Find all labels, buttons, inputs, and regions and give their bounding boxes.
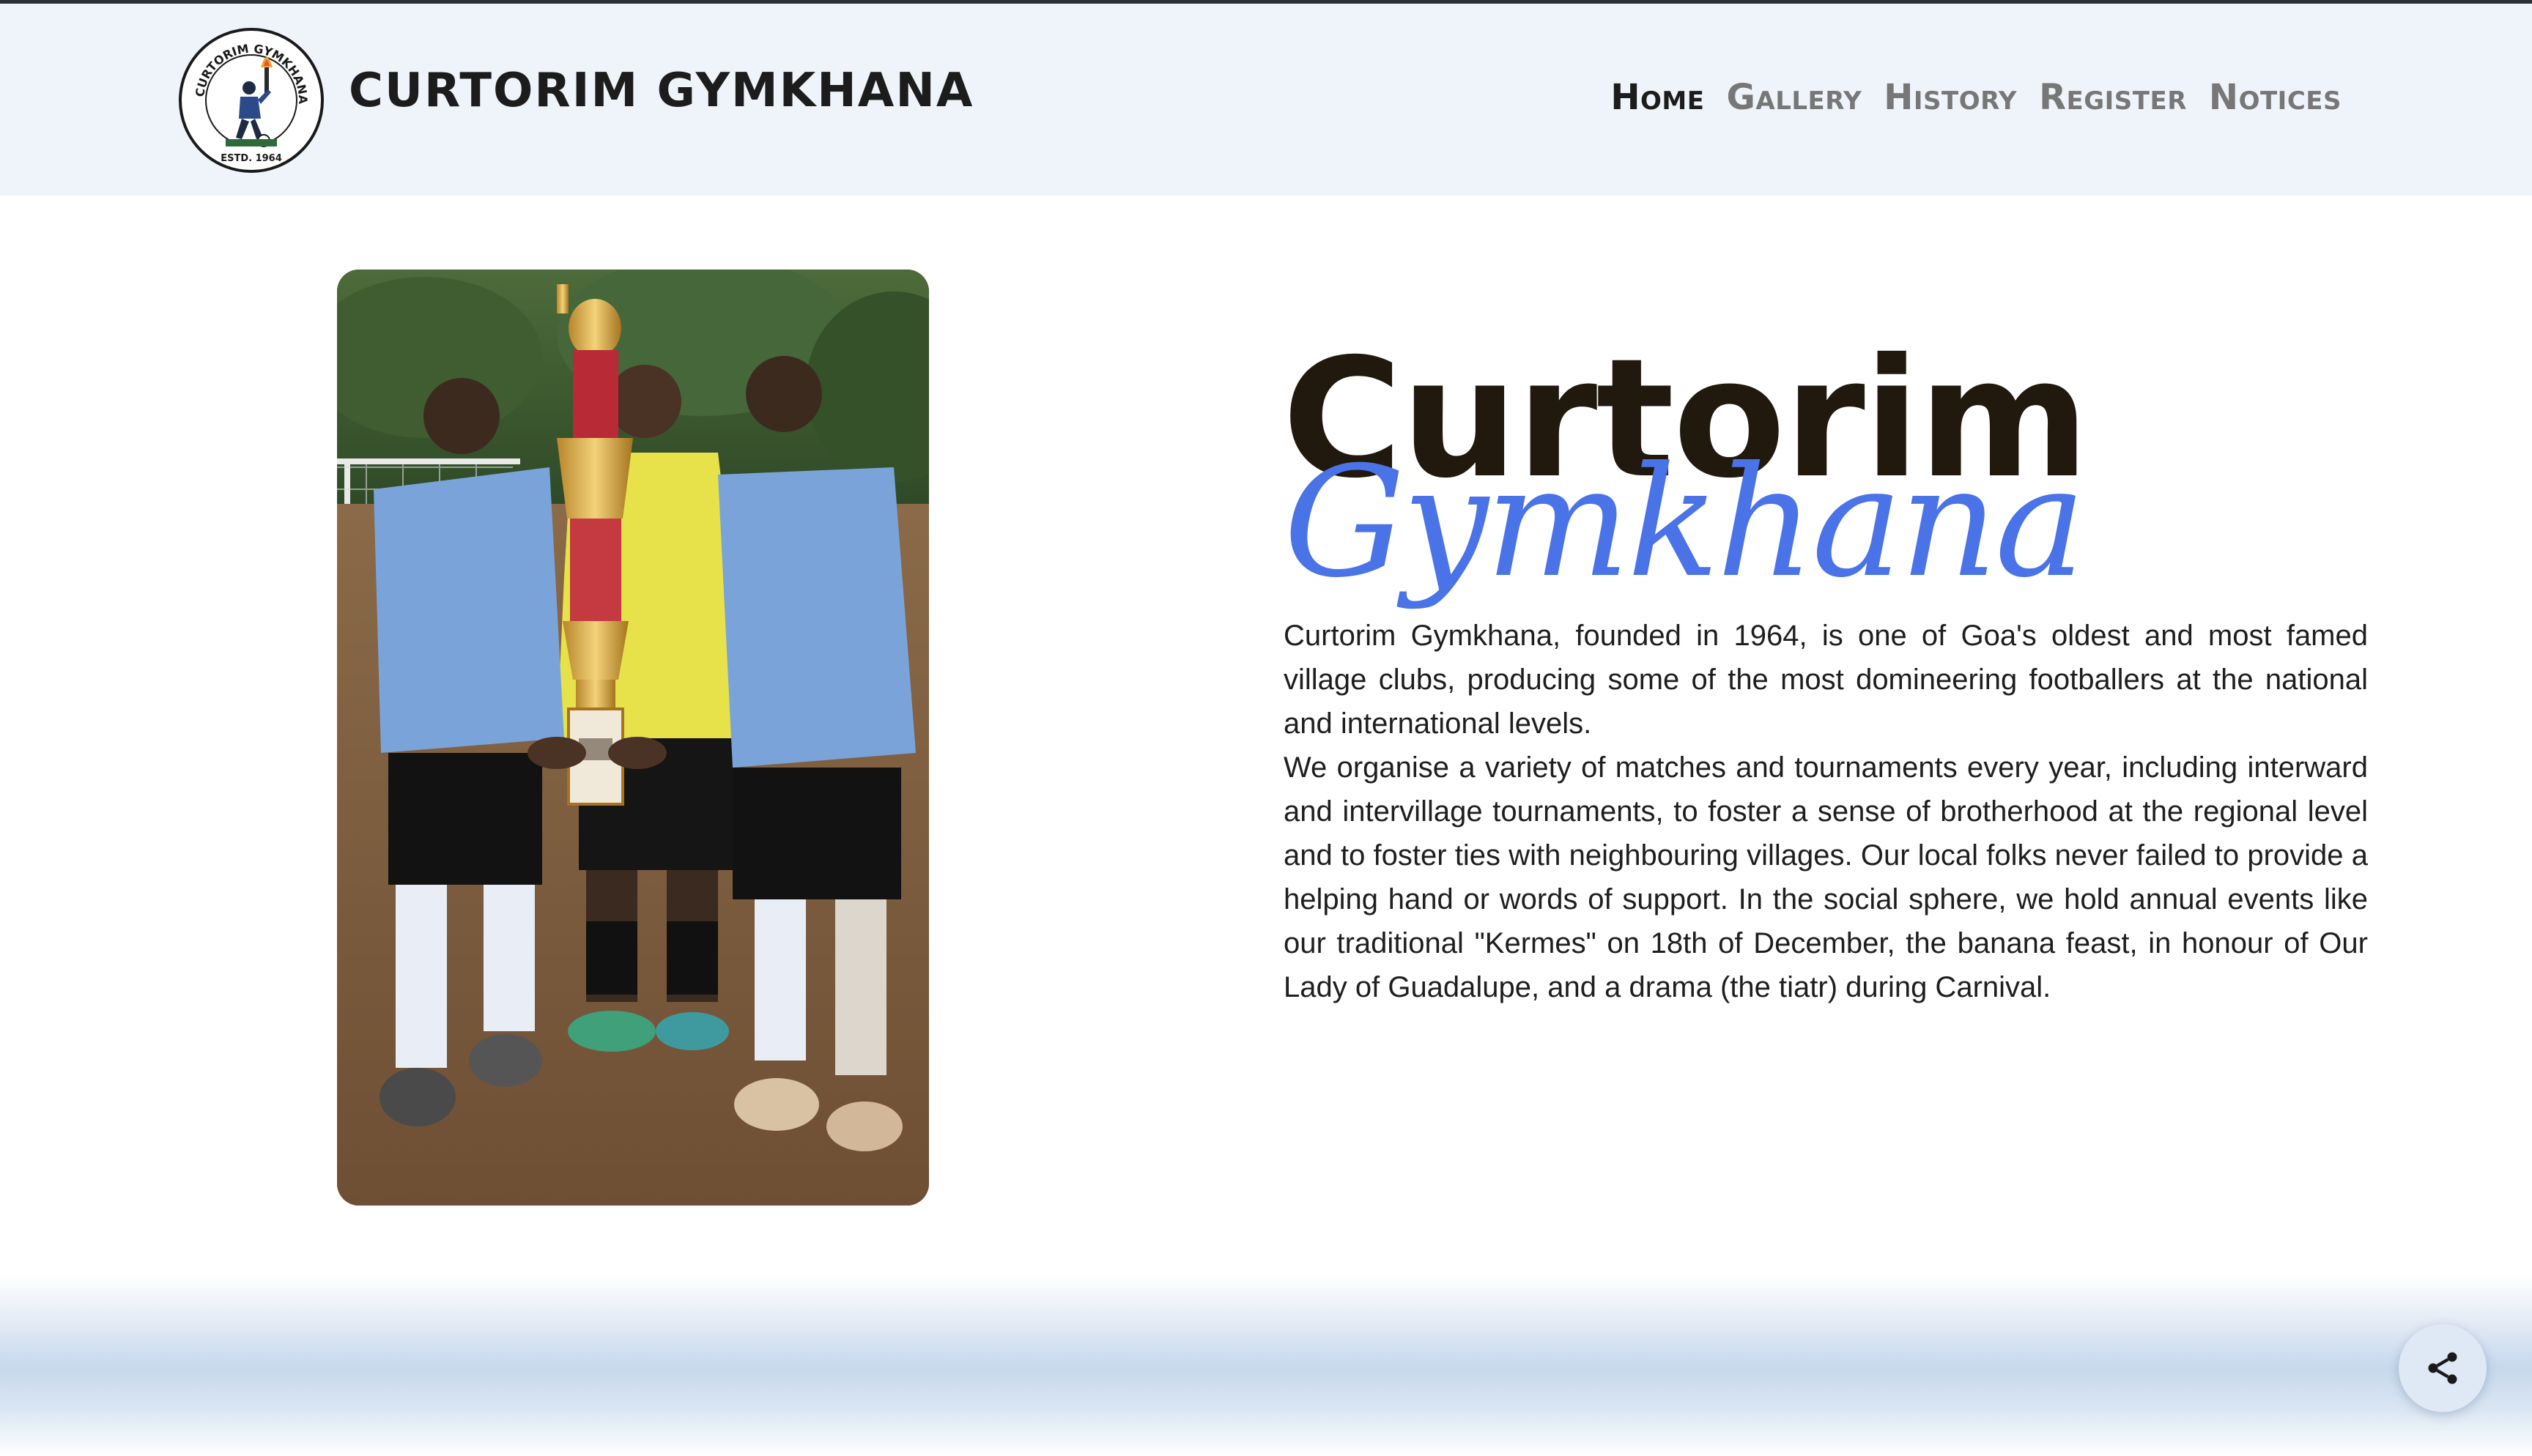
club-logo[interactable]: CURTORIM GYMKHANA ESTD. 1964 (179, 28, 324, 173)
nav-home[interactable]: Home (1610, 77, 1704, 118)
share-icon (2428, 1352, 2457, 1384)
site-header: CURTORIM GYMKHANA ESTD. 1964 CURTORIM GY… (0, 4, 2532, 196)
hero-title-script: Gymkhana (1284, 434, 2086, 612)
nav-history[interactable]: History (1884, 77, 2017, 118)
logo-emblem-icon: CURTORIM GYMKHANA ESTD. 1964 (187, 36, 316, 165)
logo-estd-text: ESTD. 1964 (221, 153, 282, 164)
about-paragraph-1: Curtorim Gymkhana, founded in 1964, is o… (1284, 620, 2368, 740)
team-trophy-photo (337, 270, 929, 1206)
about-description: Curtorim Gymkhana, founded in 1964, is o… (1284, 614, 2368, 1009)
share-button[interactable] (2399, 1324, 2487, 1412)
nav-gallery[interactable]: Gallery (1726, 77, 1862, 118)
about-paragraph-2: We organise a variety of matches and tou… (1284, 751, 2368, 1003)
site-brand-name[interactable]: CURTORIM GYMKHANA (349, 64, 974, 118)
footer-gradient-band (0, 1274, 2532, 1456)
nav-notices[interactable]: Notices (2209, 77, 2342, 118)
team-trophy-photo-icon (337, 270, 929, 1206)
main-navigation: Home Gallery History Register Notices (1610, 77, 2342, 118)
nav-register[interactable]: Register (2039, 77, 2187, 118)
